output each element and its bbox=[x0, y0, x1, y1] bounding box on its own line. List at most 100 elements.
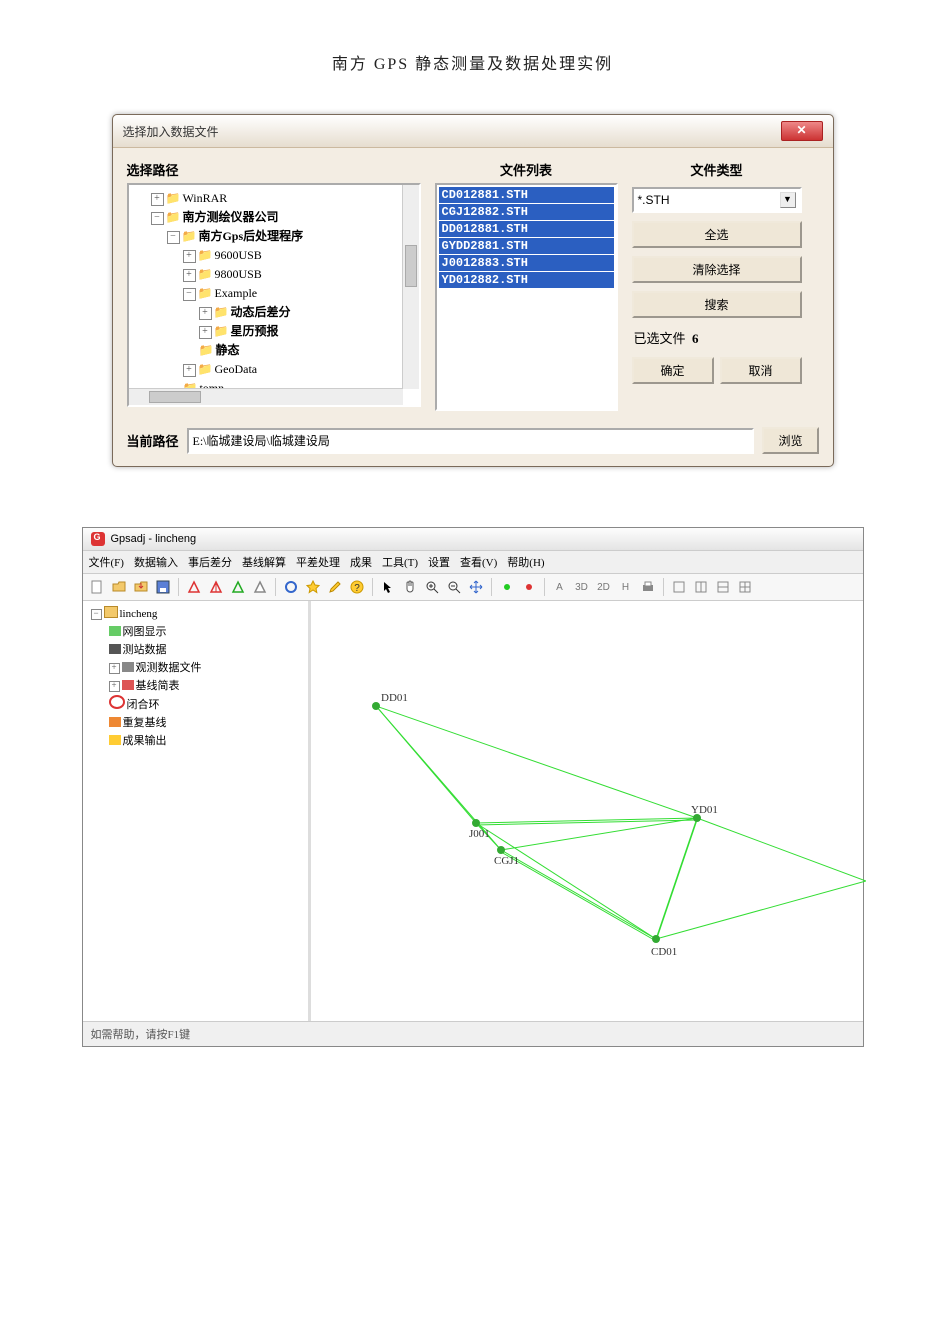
help-icon[interactable]: ? bbox=[347, 577, 367, 597]
circle-blue-icon[interactable] bbox=[281, 577, 301, 597]
expand-icon[interactable]: + bbox=[199, 326, 212, 339]
current-path-input[interactable]: E:\临城建设局\临城建设局 bbox=[187, 428, 755, 454]
folder-icon: 📁 bbox=[198, 362, 213, 376]
expand-icon[interactable]: + bbox=[109, 681, 120, 692]
folder-icon: 📁 bbox=[166, 210, 181, 224]
tree-item[interactable]: 网图显示 bbox=[123, 626, 167, 638]
star-icon[interactable] bbox=[303, 577, 323, 597]
collapse-icon[interactable]: − bbox=[151, 212, 164, 225]
collapse-icon[interactable]: − bbox=[91, 609, 102, 620]
file-list[interactable]: CD012881.STH CGJ12882.STH DD012881.STH G… bbox=[435, 183, 618, 411]
menu-baseline[interactable]: 基线解算 bbox=[242, 554, 286, 570]
file-item[interactable]: J0012883.STH bbox=[439, 255, 614, 271]
menu-view[interactable]: 查看(V) bbox=[460, 554, 497, 570]
select-all-button[interactable]: 全选 bbox=[632, 221, 802, 248]
tree-item[interactable]: 静态 bbox=[215, 343, 239, 357]
print-icon[interactable] bbox=[638, 577, 658, 597]
tree-item[interactable]: WinRAR bbox=[182, 191, 227, 205]
collapse-icon[interactable]: − bbox=[167, 231, 180, 244]
tree-item[interactable]: 基线简表 bbox=[136, 680, 180, 692]
menu-post-diff[interactable]: 事后差分 bbox=[188, 554, 232, 570]
3d-icon[interactable]: 3D bbox=[572, 577, 592, 597]
menu-data-input[interactable]: 数据输入 bbox=[134, 554, 178, 570]
file-item[interactable]: GYDD2881.STH bbox=[439, 238, 614, 254]
triangle-white-icon[interactable] bbox=[250, 577, 270, 597]
menu-help[interactable]: 帮助(H) bbox=[507, 554, 544, 570]
clear-selection-button[interactable]: 清除选择 bbox=[632, 256, 802, 283]
collapse-icon[interactable]: − bbox=[183, 288, 196, 301]
scroll-thumb[interactable] bbox=[149, 391, 201, 403]
tree-item[interactable]: 9600USB bbox=[214, 248, 261, 262]
vertical-scrollbar[interactable] bbox=[402, 185, 419, 389]
text-icon[interactable]: A bbox=[550, 577, 570, 597]
zoom-out-icon[interactable] bbox=[444, 577, 464, 597]
menu-adjustment[interactable]: 平差处理 bbox=[296, 554, 340, 570]
map-canvas[interactable]: DD01 J001 CGJ1 YD01 CD01 bbox=[310, 601, 863, 1021]
open-icon[interactable] bbox=[109, 577, 129, 597]
tree-item[interactable]: 南方Gps后处理程序 bbox=[198, 229, 303, 243]
tree-item[interactable]: 星历预报 bbox=[230, 324, 278, 338]
file-item[interactable]: DD012881.STH bbox=[439, 221, 614, 237]
tree-item[interactable]: 成果输出 bbox=[123, 735, 167, 747]
tree-item[interactable]: 重复基线 bbox=[123, 717, 167, 729]
folder-tree[interactable]: +📁WinRAR −📁南方测绘仪器公司 −📁南方Gps后处理程序 +📁9600U… bbox=[127, 183, 421, 407]
menu-result[interactable]: 成果 bbox=[350, 554, 372, 570]
tree-item[interactable]: 测站数据 bbox=[123, 644, 167, 656]
dropdown-arrow-icon[interactable]: ▼ bbox=[780, 192, 796, 208]
menu-tools[interactable]: 工具(T) bbox=[382, 554, 418, 570]
tree-item[interactable]: Example bbox=[214, 286, 257, 300]
dialog-titlebar[interactable]: 选择加入数据文件 ✕ bbox=[113, 115, 833, 148]
2d-icon[interactable]: 2D bbox=[594, 577, 614, 597]
expand-icon[interactable]: + bbox=[109, 663, 120, 674]
h-icon[interactable]: H bbox=[616, 577, 636, 597]
cancel-button[interactable]: 取消 bbox=[720, 357, 802, 384]
svg-text:?: ? bbox=[354, 583, 360, 594]
win1-icon[interactable] bbox=[669, 577, 689, 597]
pencil-icon[interactable] bbox=[325, 577, 345, 597]
file-list-label: 文件列表 bbox=[435, 160, 618, 179]
hand-icon[interactable] bbox=[400, 577, 420, 597]
import-icon[interactable] bbox=[131, 577, 151, 597]
file-item[interactable]: CGJ12882.STH bbox=[439, 204, 614, 220]
tree-item[interactable]: GeoData bbox=[214, 362, 257, 376]
win4-icon[interactable] bbox=[735, 577, 755, 597]
win3-icon[interactable] bbox=[713, 577, 733, 597]
app-titlebar[interactable]: Gpsadj - lincheng bbox=[83, 528, 863, 551]
pointer-icon[interactable] bbox=[378, 577, 398, 597]
zoom-in-icon[interactable] bbox=[422, 577, 442, 597]
expand-icon[interactable]: + bbox=[199, 307, 212, 320]
tree-item[interactable]: 观测数据文件 bbox=[136, 662, 202, 674]
tree-item[interactable]: 9800USB bbox=[214, 267, 261, 281]
win2-icon[interactable] bbox=[691, 577, 711, 597]
expand-icon[interactable]: + bbox=[183, 269, 196, 282]
node-label: DD01 bbox=[381, 692, 408, 704]
triangle-red2-icon[interactable] bbox=[206, 577, 226, 597]
expand-icon[interactable]: + bbox=[183, 364, 196, 377]
menu-settings[interactable]: 设置 bbox=[428, 554, 450, 570]
new-icon[interactable] bbox=[87, 577, 107, 597]
browse-button[interactable]: 浏览 bbox=[762, 427, 818, 454]
expand-icon[interactable]: + bbox=[183, 250, 196, 263]
tree-root[interactable]: lincheng bbox=[120, 608, 158, 620]
search-button[interactable]: 搜索 bbox=[632, 291, 802, 318]
tree-item[interactable]: 南方测绘仪器公司 bbox=[182, 210, 278, 224]
folder-icon: 📁 bbox=[182, 229, 197, 243]
triangle-green-icon[interactable] bbox=[228, 577, 248, 597]
file-type-select[interactable]: *.STH ▼ bbox=[632, 187, 802, 213]
tree-item[interactable]: 闭合环 bbox=[127, 699, 160, 711]
scroll-thumb[interactable] bbox=[405, 245, 417, 287]
expand-icon[interactable]: + bbox=[151, 193, 164, 206]
triangle-red-icon[interactable] bbox=[184, 577, 204, 597]
move-icon[interactable] bbox=[466, 577, 486, 597]
ok-button[interactable]: 确定 bbox=[632, 357, 714, 384]
close-button[interactable]: ✕ bbox=[781, 121, 823, 141]
menu-file[interactable]: 文件(F) bbox=[89, 554, 124, 570]
file-item[interactable]: YD012882.STH bbox=[439, 272, 614, 288]
node-green-icon[interactable] bbox=[497, 577, 517, 597]
horizontal-scrollbar[interactable] bbox=[129, 388, 403, 405]
node-red-icon[interactable] bbox=[519, 577, 539, 597]
side-panel[interactable]: − lincheng 网图显示 测站数据 + 观测数据文件 + 基线简表 闭合环 重复… bbox=[83, 601, 310, 1021]
file-item[interactable]: CD012881.STH bbox=[439, 187, 614, 203]
tree-item[interactable]: 动态后差分 bbox=[230, 305, 290, 319]
save-icon[interactable] bbox=[153, 577, 173, 597]
